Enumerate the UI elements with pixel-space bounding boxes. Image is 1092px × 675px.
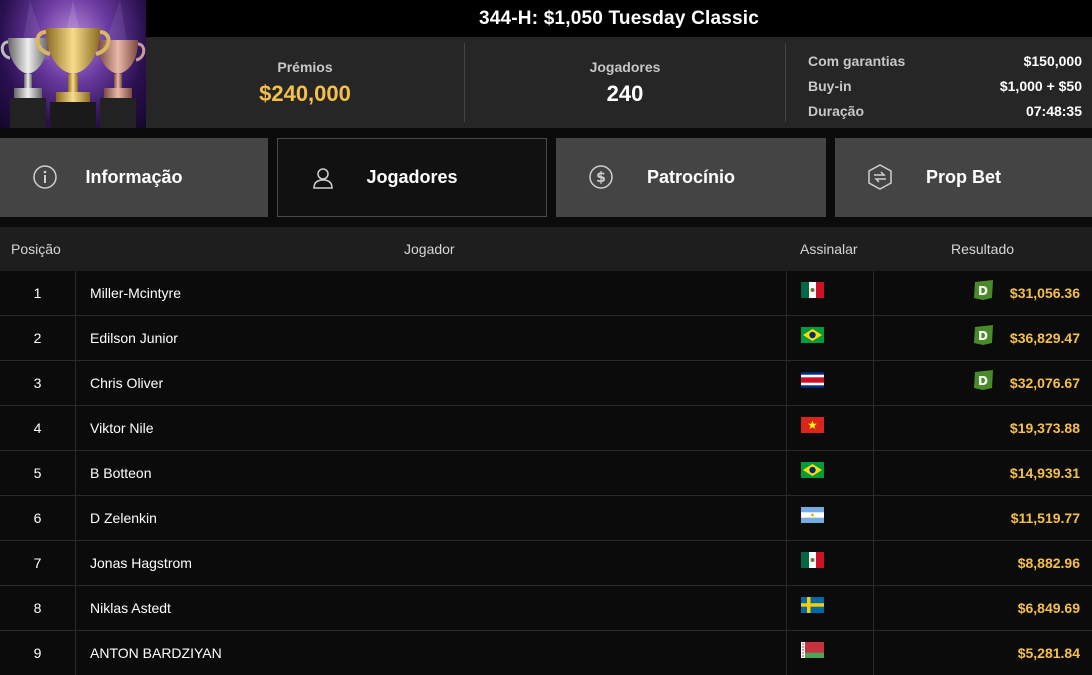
mexico-flag-icon xyxy=(801,282,824,298)
flag-cell xyxy=(786,541,874,585)
flag-cell xyxy=(786,406,874,450)
dollar-coin-icon: $ xyxy=(589,165,613,189)
table-row[interactable]: 2 Edilson Junior D $36,829.47 xyxy=(0,316,1092,361)
mexico-flag-icon xyxy=(801,552,824,568)
players-value: 240 xyxy=(606,80,644,106)
stats-panel: Prémios $240,000 Jogadores 240 Com garan… xyxy=(146,37,1092,128)
players-stat: Jogadores 240 xyxy=(465,37,785,128)
row-player: Jonas Hagstrom xyxy=(90,555,192,571)
table-row[interactable]: 6 D Zelenkin $11,519.77 xyxy=(0,496,1092,541)
tab-bar: Informação Jogadores $ Patrocínio Prop B… xyxy=(0,138,1092,217)
row-result: $32,076.67 xyxy=(1009,375,1080,391)
row-player: Niklas Astedt xyxy=(90,600,171,616)
sweden-flag-icon xyxy=(801,597,824,613)
row-position: 1 xyxy=(0,271,76,315)
duration-row: Duração 07:48:35 xyxy=(808,98,1082,123)
col-result[interactable]: Resultado xyxy=(951,227,1014,271)
svg-text:$: $ xyxy=(596,170,606,186)
tab-prop-bet[interactable]: Prop Bet xyxy=(835,138,1092,217)
belarus-flag-icon xyxy=(801,642,824,658)
buyin-row: Buy-in $1,000 + $50 xyxy=(808,73,1082,98)
prizes-label: Prémios xyxy=(277,58,333,75)
svg-text:D: D xyxy=(978,329,988,343)
tab-sponsorship[interactable]: $ Patrocínio xyxy=(556,138,826,217)
row-player: Edilson Junior xyxy=(90,330,178,346)
tab-information[interactable]: Informação xyxy=(0,138,268,217)
vietnam-flag-icon xyxy=(801,417,824,433)
table-row[interactable]: 7 Jonas Hagstrom $8,882.96 xyxy=(0,541,1092,586)
table-row[interactable]: 8 Niklas Astedt $6,849.69 xyxy=(0,586,1092,631)
row-player: ANTON BARDZIYAN xyxy=(90,645,222,661)
guarantee-row: Com garantias $150,000 xyxy=(808,48,1082,73)
svg-text:D: D xyxy=(978,284,988,298)
players-label: Jogadores xyxy=(589,58,661,75)
prizes-stat: Prémios $240,000 xyxy=(146,37,464,128)
svg-text:D: D xyxy=(978,374,988,388)
tournament-thumbnail xyxy=(0,0,146,128)
guarantee-label: Com garantias xyxy=(808,52,906,69)
table-row[interactable]: 3 Chris Oliver D $32,076.67 xyxy=(0,361,1092,406)
duration-value: 07:48:35 xyxy=(1025,102,1082,119)
brazil-flag-icon xyxy=(801,327,824,343)
duration-label: Duração xyxy=(808,102,865,119)
table-row[interactable]: 5 B Botteon $14,939.31 xyxy=(0,451,1092,496)
buyin-value: $1,000 + $50 xyxy=(999,77,1082,94)
row-position: 3 xyxy=(0,361,76,405)
flag-cell xyxy=(786,316,874,360)
table-row[interactable]: 4 Viktor Nile $19,373.88 xyxy=(0,406,1092,451)
row-position: 6 xyxy=(0,496,76,540)
buyin-label: Buy-in xyxy=(808,77,852,94)
flag-cell xyxy=(786,271,874,315)
col-position[interactable]: Posição xyxy=(11,227,61,271)
flag-cell xyxy=(786,361,874,405)
row-position: 7 xyxy=(0,541,76,585)
table-row[interactable]: 1 Miller-Mcintyre D $31,056.36 xyxy=(0,271,1092,316)
user-icon xyxy=(313,168,333,189)
dealer-badge-icon: D xyxy=(974,370,993,390)
argentina-flag-icon xyxy=(801,507,824,523)
row-player: D Zelenkin xyxy=(90,510,157,526)
row-player: Miller-Mcintyre xyxy=(90,285,181,301)
row-result: $19,373.88 xyxy=(1009,420,1080,436)
flag-cell xyxy=(786,631,874,675)
row-result: $11,519.77 xyxy=(1010,510,1080,526)
row-position: 2 xyxy=(0,316,76,360)
row-position: 4 xyxy=(0,406,76,450)
row-result: $6,849.69 xyxy=(1017,600,1080,616)
row-position: 5 xyxy=(0,451,76,495)
row-player: B Botteon xyxy=(90,465,152,481)
row-position: 9 xyxy=(0,631,76,675)
table-header: Posição Jogador Assinalar Resultado xyxy=(0,227,1092,271)
col-flag[interactable]: Assinalar xyxy=(800,227,858,271)
costa-rica-flag-icon xyxy=(801,372,824,388)
tournament-title: 344-H: $1,050 Tuesday Classic xyxy=(478,7,760,29)
flag-cell xyxy=(786,451,874,495)
row-position: 8 xyxy=(0,586,76,630)
info-icon xyxy=(33,165,57,189)
prizes-value: $240,000 xyxy=(259,80,351,106)
flag-cell xyxy=(786,496,874,540)
row-result: $31,056.36 xyxy=(1009,285,1080,301)
brazil-flag-icon xyxy=(801,462,824,478)
row-result: $5,281.84 xyxy=(1017,645,1080,661)
trophy-image xyxy=(0,0,146,128)
flag-cell xyxy=(786,586,874,630)
title-bar: 344-H: $1,050 Tuesday Classic xyxy=(146,0,1092,37)
tab-players[interactable]: Jogadores xyxy=(277,138,547,217)
row-player: Viktor Nile xyxy=(90,420,154,436)
tournament-info: Com garantias $150,000 Buy-in $1,000 + $… xyxy=(786,37,1092,128)
row-player: Chris Oliver xyxy=(90,375,164,391)
row-result: $8,882.96 xyxy=(1017,555,1080,571)
col-player[interactable]: Jogador xyxy=(404,227,455,271)
dealer-badge-icon: D xyxy=(974,280,993,300)
prop-bet-icon xyxy=(868,164,892,190)
row-result: $14,939.31 xyxy=(1009,465,1080,481)
guarantee-value: $150,000 xyxy=(1023,52,1082,69)
dealer-badge-icon: D xyxy=(974,325,993,345)
row-result: $36,829.47 xyxy=(1009,330,1080,346)
table-row[interactable]: 9 ANTON BARDZIYAN $5,281.84 xyxy=(0,631,1092,675)
